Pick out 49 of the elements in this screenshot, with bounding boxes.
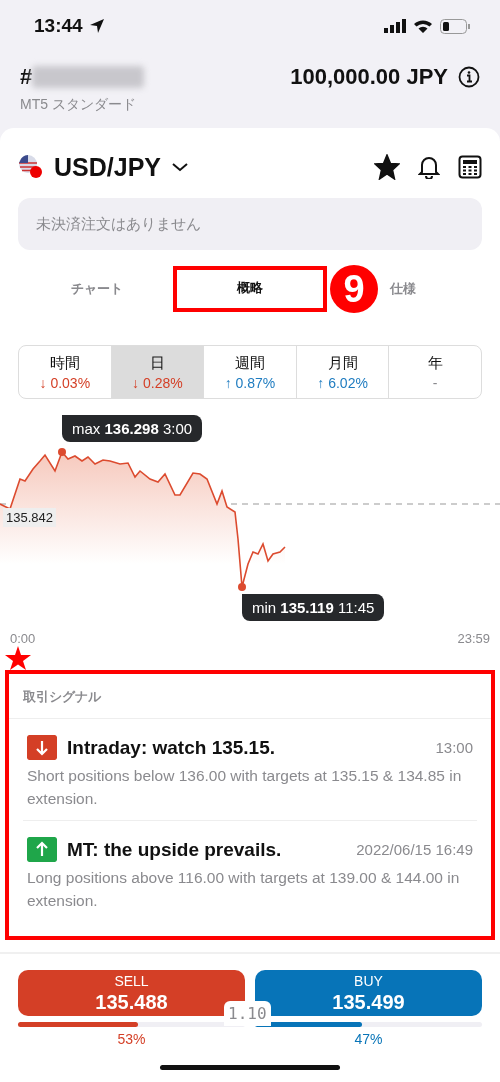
period-cell[interactable]: 月間 ↑ 6.02% bbox=[296, 346, 390, 398]
max-tooltip: max 136.298 3:00 bbox=[62, 415, 203, 442]
buy-percentage: 47% bbox=[354, 1031, 383, 1047]
period-change: ↓ 0.28% bbox=[132, 374, 183, 391]
signal-time: 2022/06/15 16:49 bbox=[356, 841, 473, 858]
bell-icon[interactable] bbox=[418, 155, 440, 179]
account-type: MT5 スタンダード bbox=[20, 96, 137, 114]
wifi-icon bbox=[413, 18, 433, 34]
period-change: ↑ 0.87% bbox=[224, 374, 276, 391]
battery-icon bbox=[440, 18, 470, 34]
account-balance: 100,000.00 JPY bbox=[290, 64, 448, 90]
no-orders-notice: 未決済注文はありません bbox=[18, 198, 482, 250]
signal-time: 13:00 bbox=[435, 739, 473, 756]
tab[interactable]: チャート bbox=[20, 266, 174, 312]
account-number: # bbox=[20, 64, 33, 90]
period-change: ↑ 6.02% bbox=[317, 374, 368, 391]
chevron-down-icon[interactable] bbox=[171, 161, 189, 173]
flag-icon bbox=[18, 154, 44, 180]
period-change: ↓ 0.03% bbox=[39, 374, 91, 391]
axis-start-label: 0:00 bbox=[10, 631, 36, 646]
period-cell[interactable]: 年 - bbox=[389, 346, 481, 398]
section-title: 取引シグナル bbox=[9, 674, 491, 719]
period-cell[interactable]: 日 ↓ 0.28% bbox=[111, 346, 205, 398]
sell-percentage: 53% bbox=[117, 1031, 146, 1047]
signal-description: Long positions above 116.00 with targets at 139.00 & 144.00 in extension. bbox=[27, 868, 461, 911]
star-icon[interactable] bbox=[374, 154, 400, 180]
signal-icon bbox=[384, 19, 406, 33]
period-label: 年 bbox=[427, 353, 443, 373]
info-icon[interactable] bbox=[458, 66, 480, 88]
clock-time: 13:44 bbox=[34, 15, 83, 37]
period-label: 月間 bbox=[327, 353, 358, 373]
period-cell[interactable]: 時間 ↓ 0.03% bbox=[19, 346, 112, 398]
period-label: 日 bbox=[149, 353, 165, 373]
signal-headline[interactable]: MT: the upside prevails. bbox=[67, 838, 347, 861]
location-arrow-icon bbox=[88, 18, 105, 34]
spread-value: 1.10 bbox=[224, 1001, 271, 1026]
tab[interactable]: 概略 bbox=[173, 266, 327, 312]
open-price-label: 135.842 bbox=[3, 508, 56, 527]
period-cell[interactable]: 週間 ↑ 0.87% bbox=[204, 346, 297, 398]
axis-end-label: 23:59 bbox=[457, 631, 490, 646]
signal-description: Short positions below 136.00 with targets at 135.15 & 134.85 in extension. bbox=[27, 766, 463, 809]
signal-headline[interactable]: Intraday: watch 135.15. bbox=[67, 736, 426, 759]
step-badge: 9 bbox=[330, 265, 378, 313]
symbol-title[interactable]: USD/JPY bbox=[54, 152, 161, 182]
min-tooltip: min 135.119 11:45 bbox=[242, 594, 385, 621]
period-label: 週間 bbox=[235, 353, 265, 373]
period-label: 時間 bbox=[49, 353, 80, 373]
calculator-icon[interactable] bbox=[458, 155, 482, 179]
period-change: - bbox=[432, 374, 438, 391]
